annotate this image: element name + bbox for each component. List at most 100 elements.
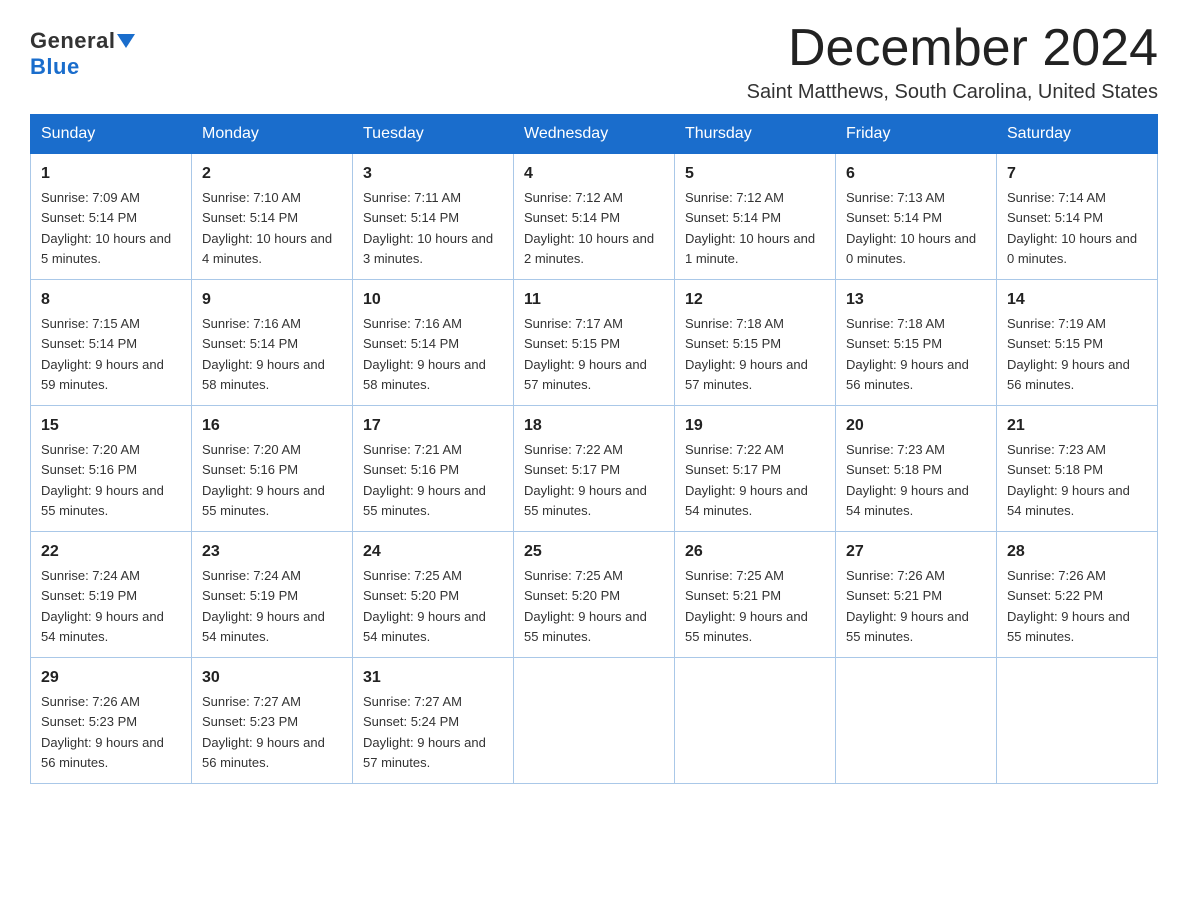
table-row: 25 Sunrise: 7:25 AMSunset: 5:20 PMDaylig…: [514, 532, 675, 658]
day-number: 14: [1007, 288, 1147, 312]
table-row: 1 Sunrise: 7:09 AMSunset: 5:14 PMDayligh…: [31, 154, 192, 280]
table-row: 15 Sunrise: 7:20 AMSunset: 5:16 PMDaylig…: [31, 406, 192, 532]
day-info: Sunrise: 7:26 AMSunset: 5:21 PMDaylight:…: [846, 568, 969, 644]
calendar-table: Sunday Monday Tuesday Wednesday Thursday…: [30, 114, 1158, 784]
table-row: 2 Sunrise: 7:10 AMSunset: 5:14 PMDayligh…: [192, 154, 353, 280]
day-info: Sunrise: 7:19 AMSunset: 5:15 PMDaylight:…: [1007, 316, 1130, 392]
day-info: Sunrise: 7:15 AMSunset: 5:14 PMDaylight:…: [41, 316, 164, 392]
day-number: 21: [1007, 414, 1147, 438]
day-number: 15: [41, 414, 181, 438]
table-row: 30 Sunrise: 7:27 AMSunset: 5:23 PMDaylig…: [192, 658, 353, 784]
day-info: Sunrise: 7:10 AMSunset: 5:14 PMDaylight:…: [202, 190, 332, 266]
header-sunday: Sunday: [31, 115, 192, 154]
table-row: [675, 658, 836, 784]
table-row: 28 Sunrise: 7:26 AMSunset: 5:22 PMDaylig…: [997, 532, 1158, 658]
day-number: 2: [202, 162, 342, 186]
calendar-week-row: 8 Sunrise: 7:15 AMSunset: 5:14 PMDayligh…: [31, 280, 1158, 406]
table-row: 17 Sunrise: 7:21 AMSunset: 5:16 PMDaylig…: [353, 406, 514, 532]
day-info: Sunrise: 7:25 AMSunset: 5:20 PMDaylight:…: [524, 568, 647, 644]
header-friday: Friday: [836, 115, 997, 154]
day-info: Sunrise: 7:18 AMSunset: 5:15 PMDaylight:…: [846, 316, 969, 392]
header-tuesday: Tuesday: [353, 115, 514, 154]
table-row: 3 Sunrise: 7:11 AMSunset: 5:14 PMDayligh…: [353, 154, 514, 280]
calendar-week-row: 15 Sunrise: 7:20 AMSunset: 5:16 PMDaylig…: [31, 406, 1158, 532]
day-info: Sunrise: 7:16 AMSunset: 5:14 PMDaylight:…: [202, 316, 325, 392]
day-number: 10: [363, 288, 503, 312]
day-number: 8: [41, 288, 181, 312]
table-row: 14 Sunrise: 7:19 AMSunset: 5:15 PMDaylig…: [997, 280, 1158, 406]
table-row: [514, 658, 675, 784]
table-row: 20 Sunrise: 7:23 AMSunset: 5:18 PMDaylig…: [836, 406, 997, 532]
day-number: 13: [846, 288, 986, 312]
day-number: 23: [202, 540, 342, 564]
day-info: Sunrise: 7:23 AMSunset: 5:18 PMDaylight:…: [846, 442, 969, 518]
day-number: 11: [524, 288, 664, 312]
day-info: Sunrise: 7:24 AMSunset: 5:19 PMDaylight:…: [202, 568, 325, 644]
day-number: 27: [846, 540, 986, 564]
day-info: Sunrise: 7:26 AMSunset: 5:23 PMDaylight:…: [41, 694, 164, 770]
table-row: 22 Sunrise: 7:24 AMSunset: 5:19 PMDaylig…: [31, 532, 192, 658]
day-number: 28: [1007, 540, 1147, 564]
day-number: 20: [846, 414, 986, 438]
day-number: 5: [685, 162, 825, 186]
day-info: Sunrise: 7:11 AMSunset: 5:14 PMDaylight:…: [363, 190, 493, 266]
day-info: Sunrise: 7:26 AMSunset: 5:22 PMDaylight:…: [1007, 568, 1130, 644]
table-row: [836, 658, 997, 784]
day-number: 16: [202, 414, 342, 438]
day-number: 7: [1007, 162, 1147, 186]
day-info: Sunrise: 7:09 AMSunset: 5:14 PMDaylight:…: [41, 190, 171, 266]
logo-triangle-icon: [117, 34, 135, 48]
day-info: Sunrise: 7:13 AMSunset: 5:14 PMDaylight:…: [846, 190, 976, 266]
table-row: 23 Sunrise: 7:24 AMSunset: 5:19 PMDaylig…: [192, 532, 353, 658]
table-row: 11 Sunrise: 7:17 AMSunset: 5:15 PMDaylig…: [514, 280, 675, 406]
calendar-week-row: 29 Sunrise: 7:26 AMSunset: 5:23 PMDaylig…: [31, 658, 1158, 784]
day-info: Sunrise: 7:17 AMSunset: 5:15 PMDaylight:…: [524, 316, 647, 392]
table-row: 19 Sunrise: 7:22 AMSunset: 5:17 PMDaylig…: [675, 406, 836, 532]
table-row: 27 Sunrise: 7:26 AMSunset: 5:21 PMDaylig…: [836, 532, 997, 658]
day-number: 30: [202, 666, 342, 690]
header-row: Sunday Monday Tuesday Wednesday Thursday…: [31, 115, 1158, 154]
day-number: 17: [363, 414, 503, 438]
day-number: 25: [524, 540, 664, 564]
subtitle: Saint Matthews, South Carolina, United S…: [747, 81, 1158, 104]
header-monday: Monday: [192, 115, 353, 154]
table-row: 24 Sunrise: 7:25 AMSunset: 5:20 PMDaylig…: [353, 532, 514, 658]
day-number: 29: [41, 666, 181, 690]
day-info: Sunrise: 7:18 AMSunset: 5:15 PMDaylight:…: [685, 316, 808, 392]
day-info: Sunrise: 7:12 AMSunset: 5:14 PMDaylight:…: [524, 190, 654, 266]
day-info: Sunrise: 7:27 AMSunset: 5:23 PMDaylight:…: [202, 694, 325, 770]
table-row: 6 Sunrise: 7:13 AMSunset: 5:14 PMDayligh…: [836, 154, 997, 280]
day-info: Sunrise: 7:22 AMSunset: 5:17 PMDaylight:…: [524, 442, 647, 518]
title-area: December 2024 Saint Matthews, South Caro…: [747, 20, 1158, 104]
day-info: Sunrise: 7:24 AMSunset: 5:19 PMDaylight:…: [41, 568, 164, 644]
table-row: 9 Sunrise: 7:16 AMSunset: 5:14 PMDayligh…: [192, 280, 353, 406]
day-number: 24: [363, 540, 503, 564]
table-row: 7 Sunrise: 7:14 AMSunset: 5:14 PMDayligh…: [997, 154, 1158, 280]
logo-general: General: [30, 28, 115, 54]
table-row: 8 Sunrise: 7:15 AMSunset: 5:14 PMDayligh…: [31, 280, 192, 406]
day-number: 22: [41, 540, 181, 564]
table-row: 10 Sunrise: 7:16 AMSunset: 5:14 PMDaylig…: [353, 280, 514, 406]
day-number: 26: [685, 540, 825, 564]
table-row: 12 Sunrise: 7:18 AMSunset: 5:15 PMDaylig…: [675, 280, 836, 406]
header-wednesday: Wednesday: [514, 115, 675, 154]
day-info: Sunrise: 7:25 AMSunset: 5:21 PMDaylight:…: [685, 568, 808, 644]
day-info: Sunrise: 7:12 AMSunset: 5:14 PMDaylight:…: [685, 190, 815, 266]
table-row: [997, 658, 1158, 784]
day-info: Sunrise: 7:14 AMSunset: 5:14 PMDaylight:…: [1007, 190, 1137, 266]
day-info: Sunrise: 7:20 AMSunset: 5:16 PMDaylight:…: [41, 442, 164, 518]
table-row: 4 Sunrise: 7:12 AMSunset: 5:14 PMDayligh…: [514, 154, 675, 280]
day-number: 4: [524, 162, 664, 186]
day-info: Sunrise: 7:23 AMSunset: 5:18 PMDaylight:…: [1007, 442, 1130, 518]
table-row: 5 Sunrise: 7:12 AMSunset: 5:14 PMDayligh…: [675, 154, 836, 280]
day-info: Sunrise: 7:25 AMSunset: 5:20 PMDaylight:…: [363, 568, 486, 644]
table-row: 26 Sunrise: 7:25 AMSunset: 5:21 PMDaylig…: [675, 532, 836, 658]
table-row: 21 Sunrise: 7:23 AMSunset: 5:18 PMDaylig…: [997, 406, 1158, 532]
table-row: 31 Sunrise: 7:27 AMSunset: 5:24 PMDaylig…: [353, 658, 514, 784]
table-row: 16 Sunrise: 7:20 AMSunset: 5:16 PMDaylig…: [192, 406, 353, 532]
day-info: Sunrise: 7:16 AMSunset: 5:14 PMDaylight:…: [363, 316, 486, 392]
header: General Blue December 2024 Saint Matthew…: [30, 20, 1158, 104]
day-number: 19: [685, 414, 825, 438]
day-number: 3: [363, 162, 503, 186]
day-info: Sunrise: 7:20 AMSunset: 5:16 PMDaylight:…: [202, 442, 325, 518]
